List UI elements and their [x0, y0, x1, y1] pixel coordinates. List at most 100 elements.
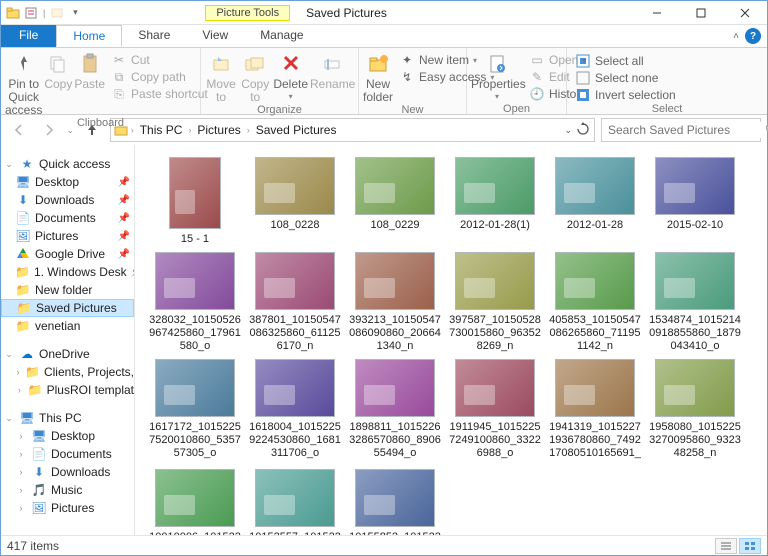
edit-button[interactable]: ✎Edit [525, 69, 590, 85]
minimize-button[interactable] [635, 1, 679, 24]
nav-music[interactable]: ›🎵Music [1, 481, 134, 499]
downloads-icon: ⬇ [15, 192, 31, 208]
nav-plusroi[interactable]: ›📁PlusROI templat [1, 381, 134, 399]
thumbnails-view-button[interactable] [739, 538, 761, 554]
paste-button[interactable]: Paste [74, 50, 105, 91]
thumbnail-image [655, 252, 735, 310]
nav-this-pc[interactable]: ⌄🖥This PC [1, 409, 134, 427]
thumbnail-image [455, 252, 535, 310]
paste-shortcut-button[interactable]: ⎘Paste shortcut [107, 86, 212, 102]
copy-path-button[interactable]: ⧉Copy path [107, 69, 212, 85]
file-item[interactable]: 387801_10150547086325860_611256170_n [249, 252, 341, 353]
search-box[interactable]: 🔍 [601, 118, 761, 142]
file-item[interactable]: 1958080_10152253270095860_932348258_n [649, 359, 741, 463]
crumb-pictures[interactable]: Pictures [193, 123, 244, 137]
tab-share[interactable]: Share [122, 25, 186, 47]
crumb-saved-pictures[interactable]: Saved Pictures [252, 123, 341, 137]
nav-documents-2[interactable]: ›📄Documents [1, 445, 134, 463]
copy-to-button[interactable]: Copy to [239, 50, 271, 104]
nav-windows-desk[interactable]: 📁1. Windows Desk📌 [1, 263, 134, 281]
navigation-pane[interactable]: ⌄★Quick access 🖥Desktop📌 ⬇Downloads📌 📄Do… [1, 145, 135, 535]
search-input[interactable] [606, 122, 765, 138]
file-item[interactable]: 108_0229 [349, 157, 441, 246]
nav-new-folder[interactable]: 📁New folder [1, 281, 134, 299]
refresh-icon[interactable] [576, 122, 590, 139]
nav-pictures-2[interactable]: ›🖼Pictures [1, 499, 134, 517]
file-item[interactable]: 393213_10150547086090860_206641340_n [349, 252, 441, 353]
file-item[interactable]: 1534874_10152140918855860_1879043410_o [649, 252, 741, 353]
thumbnail-image [355, 469, 435, 527]
group-clipboard-label: Clipboard [5, 117, 196, 130]
nav-downloads[interactable]: ⬇Downloads📌 [1, 191, 134, 209]
folder-icon: 📁 [25, 364, 40, 380]
items-view[interactable]: 15 - 1 108_0228 108_02292012-01-28(1)2012-… [135, 145, 767, 535]
file-item[interactable]: 10155852_10152253280705860_598750500_n [349, 469, 441, 535]
file-item[interactable]: 10010006_10152275249090860_1463266102_o [149, 469, 241, 535]
file-name: 108_0228 [271, 219, 320, 232]
file-item[interactable]: 10152557_10152257249250860_214969596_n [249, 469, 341, 535]
thumbnail-image [255, 252, 335, 310]
nav-onedrive[interactable]: ⌄☁OneDrive [1, 345, 134, 363]
open-button[interactable]: ▭Open ▾ [525, 52, 590, 68]
file-item[interactable]: 1618004_10152259224530860_1681311706_o [249, 359, 341, 463]
new-folder-button[interactable]: New folder [363, 50, 393, 104]
file-item[interactable]: 108_0228 [249, 157, 341, 246]
file-item[interactable]: 15 - 1 [149, 157, 241, 246]
file-item[interactable]: 1911945_10152257249100860_33226988_o [449, 359, 541, 463]
file-item[interactable]: 2015-02-10 [649, 157, 741, 246]
nav-quick-access[interactable]: ⌄★Quick access [1, 155, 134, 173]
file-item[interactable]: 1617172_10152257520010860_535757305_o [149, 359, 241, 463]
move-to-button[interactable]: Move to [205, 50, 237, 104]
nav-pictures[interactable]: 🖼Pictures📌 [1, 227, 134, 245]
help-icon[interactable]: ? [745, 28, 761, 44]
close-button[interactable] [723, 1, 767, 24]
pin-to-quick-access-button[interactable]: Pin to Quick access [5, 50, 42, 117]
status-bar: 417 items [1, 535, 767, 555]
file-name: 1618004_10152259224530860_1681311706_o [249, 421, 341, 460]
properties-button[interactable]: Properties ▾ [471, 50, 523, 103]
file-item[interactable]: 2012-01-28(1) [449, 157, 541, 246]
collapse-ribbon-icon[interactable]: ˄ [733, 31, 739, 42]
nav-google-drive[interactable]: Google Drive📌 [1, 245, 134, 263]
file-item[interactable]: 328032_10150526967425860_17961580_o [149, 252, 241, 353]
file-item[interactable]: 1941319_10152271936780860_74921708051016… [549, 359, 641, 463]
folder-icon: 📁 [15, 282, 31, 298]
copy-label: Copy [44, 77, 72, 91]
nav-saved-pictures[interactable]: 📁Saved Pictures [1, 299, 134, 317]
nav-clients[interactable]: ›📁Clients, Projects, [1, 363, 134, 381]
nav-downloads-2[interactable]: ›⬇Downloads [1, 463, 134, 481]
thumbnail-image [455, 359, 535, 417]
item-count: 417 items [7, 539, 59, 553]
invert-selection-button[interactable]: Invert selection [571, 87, 680, 103]
tab-file[interactable]: File [1, 25, 56, 47]
tab-view[interactable]: View [186, 25, 244, 47]
undo-icon [49, 5, 65, 21]
properties-icon[interactable] [23, 5, 39, 21]
tab-home[interactable]: Home [56, 25, 122, 47]
onedrive-icon: ☁ [19, 346, 35, 362]
cut-button[interactable]: ✂Cut [107, 52, 212, 68]
window-title: Saved Pictures [306, 6, 387, 20]
delete-label: Delete [273, 77, 308, 91]
address-dropdown-icon[interactable]: ⌄ [564, 125, 572, 136]
nav-desktop[interactable]: 🖥Desktop📌 [1, 173, 134, 191]
qat-sep: | [41, 8, 47, 18]
nav-venetian[interactable]: 📁venetian [1, 317, 134, 335]
details-view-button[interactable] [715, 538, 737, 554]
file-item[interactable]: 397587_10150528730015860_963528269_n [449, 252, 541, 353]
maximize-button[interactable] [679, 1, 723, 24]
file-item[interactable]: 405853_10150547086265860_711951142_n [549, 252, 641, 353]
nav-documents[interactable]: 📄Documents📌 [1, 209, 134, 227]
google-drive-icon [15, 246, 31, 262]
file-item[interactable]: 2012-01-28 [549, 157, 641, 246]
group-select-label: Select [571, 103, 763, 116]
file-item[interactable]: 1898811_10152263286570860_890655494_o [349, 359, 441, 463]
delete-button[interactable]: Delete ▾ [273, 50, 308, 103]
pictures-icon: 🖼 [31, 500, 47, 516]
qat-dropdown-icon[interactable]: ▾ [67, 5, 83, 21]
nav-desktop-2[interactable]: ›🖥Desktop [1, 427, 134, 445]
ribbon-tabs: File Home Share View Manage ˄ ? [1, 25, 767, 47]
copy-button[interactable]: Copy [44, 50, 72, 91]
tab-manage[interactable]: Manage [244, 25, 319, 47]
rename-button[interactable]: Rename [310, 50, 354, 91]
